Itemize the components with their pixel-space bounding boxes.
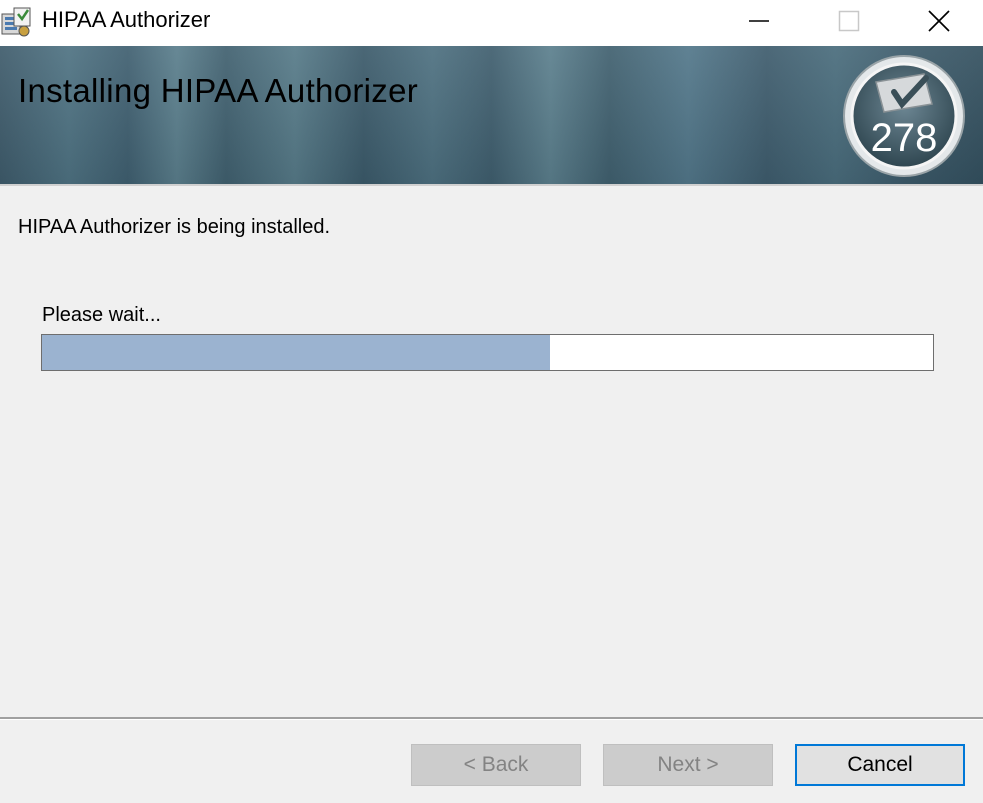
- maximize-icon: [838, 10, 860, 32]
- progress-fill: [42, 335, 550, 370]
- please-wait-label: Please wait...: [42, 304, 161, 326]
- header-banner: Installing HIPAA Authorizer 278: [0, 46, 983, 184]
- title-bar: HIPAA Authorizer: [0, 0, 983, 46]
- minimize-icon: [749, 20, 769, 22]
- next-button[interactable]: Next >: [603, 744, 773, 786]
- badge-278: 278: [840, 52, 968, 180]
- window-title: HIPAA Authorizer: [42, 7, 211, 32]
- install-status-text: HIPAA Authorizer is being installed.: [18, 216, 331, 238]
- banner-divider: [0, 184, 983, 186]
- installer-window: HIPAA Authorizer Installing HIPAA Author…: [0, 0, 983, 803]
- maximize-button[interactable]: [803, 0, 895, 42]
- close-icon: [928, 10, 950, 32]
- cancel-button[interactable]: Cancel: [795, 744, 965, 786]
- close-button[interactable]: [893, 0, 983, 42]
- footer-divider: [0, 717, 983, 720]
- installer-app-icon: [1, 7, 31, 37]
- badge-number: 278: [870, 116, 938, 160]
- back-button[interactable]: < Back: [411, 744, 581, 786]
- banner-title: Installing HIPAA Authorizer: [18, 72, 419, 109]
- install-progress-bar: [41, 334, 934, 371]
- minimize-button[interactable]: [713, 0, 805, 42]
